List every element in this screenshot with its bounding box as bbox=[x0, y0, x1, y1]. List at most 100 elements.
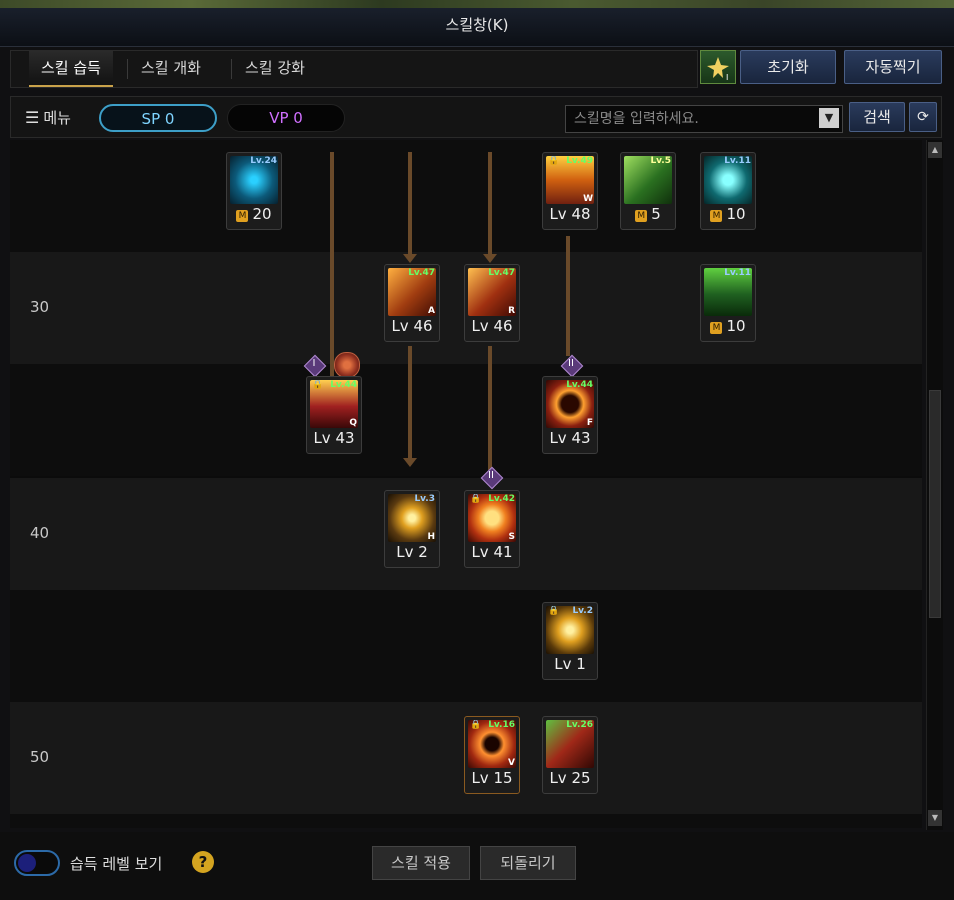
skill-level-label: Lv 46 bbox=[391, 317, 433, 335]
skill-hotkey: S bbox=[508, 532, 515, 542]
lock-icon: 🔒 bbox=[470, 720, 482, 730]
level-label: 30 bbox=[30, 298, 50, 316]
level-label: 50 bbox=[30, 748, 50, 766]
reset-button[interactable]: 초기화 bbox=[740, 50, 836, 84]
show-level-label: 습득 레벨 보기 bbox=[70, 855, 163, 873]
skill-slot[interactable]: 🔒 Lv.49 W Lv 48 bbox=[542, 152, 598, 230]
skill-icon: Lv.47 A bbox=[388, 268, 436, 316]
skill-icon: Lv.3 H bbox=[388, 494, 436, 542]
skill-level-label: Lv 15 bbox=[471, 769, 513, 787]
skill-connector bbox=[488, 346, 492, 470]
skill-icon: Lv.11 bbox=[704, 156, 752, 204]
skill-slot[interactable]: Lv.5 M5 bbox=[620, 152, 676, 230]
refresh-icon[interactable]: ⟳ bbox=[909, 102, 937, 132]
skill-level-value: 5 bbox=[651, 205, 661, 223]
scrollbar[interactable]: ▲ ▼ bbox=[926, 140, 943, 830]
skill-slot[interactable]: 🔒 Lv.16 V Lv 15 bbox=[464, 716, 520, 794]
skill-slot[interactable]: 🔒 Lv.2 Lv 1 bbox=[542, 602, 598, 680]
skill-level-label: M 10 bbox=[701, 205, 755, 223]
skill-slot[interactable]: Lv.47 R Lv 46 bbox=[464, 264, 520, 342]
skill-slot[interactable]: Lv.44 F Lv 43 bbox=[542, 376, 598, 454]
skill-level-label: M 20 bbox=[227, 205, 281, 223]
skill-slot[interactable]: Lv.24 M 20 bbox=[226, 152, 282, 230]
level-band bbox=[10, 814, 922, 828]
scroll-down-icon[interactable]: ▼ bbox=[928, 810, 942, 826]
search-button[interactable]: 검색 bbox=[849, 102, 905, 132]
chevron-down-icon[interactable]: ▼ bbox=[819, 108, 839, 128]
skill-icon: 🔒 Lv.49 W bbox=[546, 156, 594, 204]
bottom-bar: 습득 레벨 보기 ? 스킬 적용 되돌리기 bbox=[0, 832, 954, 900]
skill-slot[interactable]: 🔒 Lv.42 S Lv 41 bbox=[464, 490, 520, 568]
level-band bbox=[10, 364, 922, 476]
scroll-up-icon[interactable]: ▲ bbox=[928, 142, 942, 158]
level-band bbox=[10, 140, 922, 252]
help-icon[interactable]: ? bbox=[192, 851, 214, 873]
skill-level-label: M5 bbox=[621, 205, 675, 223]
skill-level-badge: Lv.11 bbox=[724, 268, 751, 278]
skill-slot[interactable]: 🔒 Lv.44 Q Lv 43 bbox=[306, 376, 362, 454]
skill-icon: Lv.44 F bbox=[546, 380, 594, 428]
skill-slot[interactable]: Lv.11 M 10 bbox=[700, 152, 756, 230]
skill-hotkey: A bbox=[428, 306, 435, 316]
hamburger-icon: ☰ bbox=[25, 108, 40, 127]
spiral-icon bbox=[334, 352, 360, 378]
skill-preset-button[interactable]: I bbox=[700, 50, 736, 84]
sparkle-icon: I bbox=[707, 57, 729, 82]
skill-connector bbox=[408, 346, 412, 462]
skill-icon: Lv.11 bbox=[704, 268, 752, 316]
sp-counter: SP 0 bbox=[99, 104, 217, 132]
skill-level-badge: Lv.47 bbox=[488, 268, 515, 278]
menu-label: 메뉴 bbox=[43, 109, 71, 127]
skill-slot[interactable]: Lv.26 Lv 25 bbox=[542, 716, 598, 794]
revert-button[interactable]: 되돌리기 bbox=[480, 846, 576, 880]
skill-hotkey: Q bbox=[349, 418, 357, 428]
show-level-toggle[interactable] bbox=[14, 850, 60, 876]
skill-level-badge: Lv.11 bbox=[724, 156, 751, 166]
lock-icon: 🔒 bbox=[312, 380, 324, 390]
tab-skill-acquire[interactable]: 스킬 습득 bbox=[29, 51, 113, 87]
skill-level-badge: Lv.47 bbox=[408, 268, 435, 278]
skill-level-label: Lv 2 bbox=[396, 543, 428, 561]
skill-level-label: Lv 1 bbox=[554, 655, 586, 673]
lock-icon: 🔒 bbox=[548, 156, 560, 166]
title-bar[interactable]: 스킬창(K) bbox=[0, 0, 954, 47]
skill-level-badge: Lv.16 bbox=[488, 720, 515, 730]
skill-tree-grid: 30 40 50 I II II Lv.24 M 20 🔒 Lv.49 W Lv… bbox=[10, 140, 922, 828]
skill-level-badge: Lv.26 bbox=[566, 720, 593, 730]
skill-connector bbox=[330, 152, 334, 380]
skill-level-label: Lv 43 bbox=[313, 429, 355, 447]
mastery-icon: M bbox=[710, 210, 723, 222]
skill-level-badge: Lv.3 bbox=[414, 494, 435, 504]
skill-hotkey: R bbox=[508, 306, 515, 316]
tier-marker-label: II bbox=[488, 470, 494, 481]
connector-arrow bbox=[483, 254, 497, 263]
skill-search-input[interactable]: 스킬명을 입력하세요. bbox=[565, 105, 843, 133]
tab-skill-bloom[interactable]: 스킬 개화 bbox=[129, 51, 213, 87]
skill-level-badge: Lv.42 bbox=[488, 494, 515, 504]
skill-hotkey: V bbox=[508, 758, 515, 768]
scroll-thumb[interactable] bbox=[929, 390, 941, 618]
skill-icon: Lv.26 bbox=[546, 720, 594, 768]
skill-hotkey: F bbox=[586, 418, 593, 428]
skill-slot[interactable]: Lv.47 A Lv 46 bbox=[384, 264, 440, 342]
skill-level-badge: Lv.24 bbox=[250, 156, 277, 166]
mastery-icon: M bbox=[635, 210, 648, 222]
connector-arrow bbox=[403, 254, 417, 263]
skill-level-badge: Lv.5 bbox=[650, 156, 671, 166]
skill-level-value: 10 bbox=[726, 205, 746, 223]
skill-slot[interactable]: Lv.3 H Lv 2 bbox=[384, 490, 440, 568]
skill-level-label: M 10 bbox=[701, 317, 755, 335]
tab-divider bbox=[127, 59, 128, 79]
tab-skill-enhance[interactable]: 스킬 강화 bbox=[233, 51, 317, 87]
skill-level-badge: Lv.49 bbox=[566, 156, 593, 166]
apply-skills-button[interactable]: 스킬 적용 bbox=[372, 846, 470, 880]
menu-button[interactable]: ☰ 메뉴 bbox=[25, 107, 71, 128]
auto-assign-button[interactable]: 자동찍기 bbox=[844, 50, 942, 84]
skill-level-badge: Lv.2 bbox=[572, 606, 593, 616]
skill-level-value: 20 bbox=[252, 205, 272, 223]
level-label: 40 bbox=[30, 524, 50, 542]
lock-icon: 🔒 bbox=[470, 494, 482, 504]
skill-window: 스킬창(K) 스킬 습득 스킬 개화 스킬 강화 I 초기화 자동찍기 ☰ 메뉴 … bbox=[0, 0, 954, 900]
skill-slot[interactable]: Lv.11 M 10 bbox=[700, 264, 756, 342]
skill-connector bbox=[566, 236, 570, 356]
